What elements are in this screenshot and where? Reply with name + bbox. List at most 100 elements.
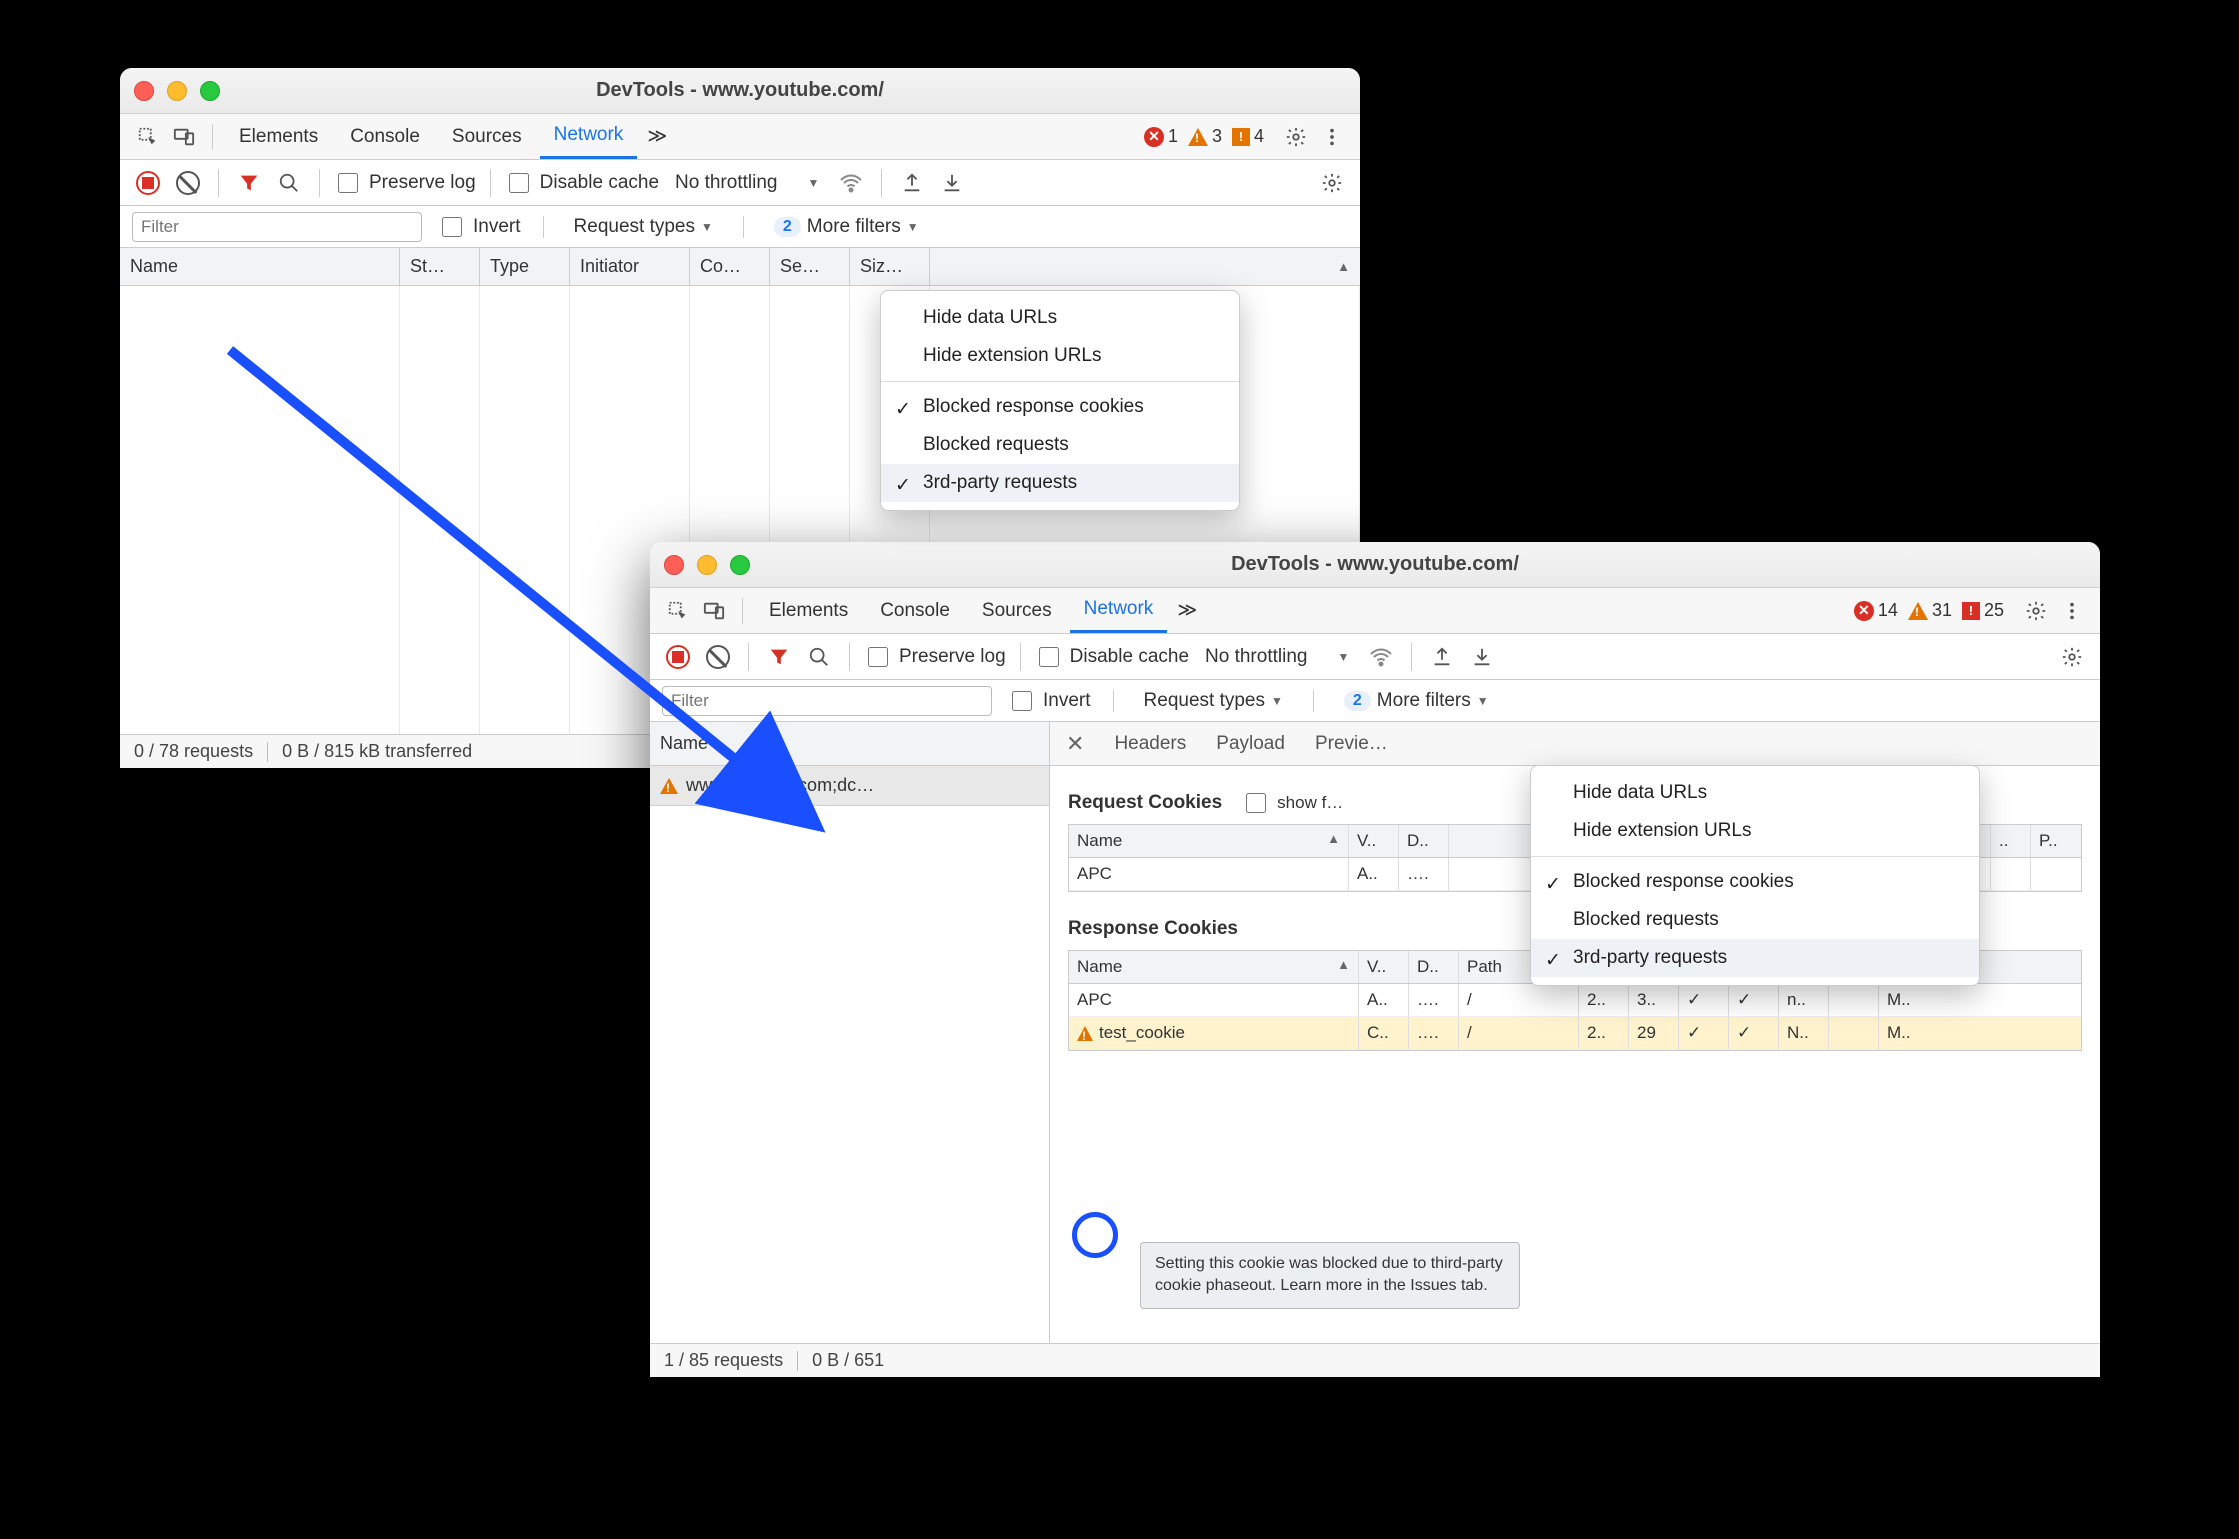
cookie-row-blocked[interactable]: test_cookie C.. …. / 2.. 29 ✓ ✓ N.. M.. [1069, 1017, 2081, 1050]
tab-console[interactable]: Console [336, 114, 434, 159]
menu-blocked-requests[interactable]: Blocked requests [1531, 901, 1979, 939]
tabs-overflow-icon[interactable]: ≫ [1171, 588, 1203, 633]
col-se[interactable]: Se… [770, 248, 850, 285]
clear-button[interactable] [702, 641, 734, 673]
tab-preview[interactable]: Previe… [1315, 733, 1388, 755]
network-settings-icon[interactable] [1316, 167, 1348, 199]
col-status[interactable]: St… [400, 248, 480, 285]
col-name[interactable]: Name [650, 722, 1049, 765]
preserve-log-checkbox[interactable]: Preserve log [864, 644, 1006, 670]
request-types-dropdown[interactable]: Request types ▼ [1136, 690, 1291, 712]
col-co[interactable]: Co… [690, 248, 770, 285]
issue-counts[interactable]: ✕1 3 !4 [1144, 126, 1264, 147]
menu-label: Blocked response cookies [923, 396, 1144, 417]
menu-blocked-response-cookies[interactable]: ✓Blocked response cookies [881, 388, 1239, 426]
inspect-icon[interactable] [132, 121, 164, 153]
settings-icon[interactable] [2020, 595, 2052, 627]
throttling-select[interactable]: No throttling▼ [667, 172, 827, 194]
clear-button[interactable] [172, 167, 204, 199]
upload-icon[interactable] [896, 167, 928, 199]
show-filtered-label: show f… [1277, 793, 1343, 813]
col-name[interactable]: Name▲ [1069, 825, 1349, 857]
search-icon[interactable] [273, 167, 305, 199]
disable-cache-checkbox[interactable]: Disable cache [1035, 644, 1189, 670]
col-tail2[interactable]: P.. [2031, 825, 2081, 857]
request-row[interactable]: www.youtube.com;dc… [650, 766, 1049, 806]
menu-hide-extension-urls[interactable]: Hide extension URLs [1531, 812, 1979, 850]
invert-checkbox[interactable]: Invert [1008, 688, 1091, 714]
col-type[interactable]: Type [480, 248, 570, 285]
menu-3rd-party-requests[interactable]: ✓3rd-party requests [1531, 939, 1979, 977]
network-conditions-icon[interactable] [835, 167, 867, 199]
chevron-down-icon: ▼ [807, 176, 819, 190]
col-d[interactable]: D.. [1409, 951, 1459, 983]
col-size[interactable]: Siz… [850, 248, 930, 285]
separator [212, 124, 213, 150]
tab-sources[interactable]: Sources [968, 588, 1066, 633]
col-name[interactable]: Name▲ [1069, 951, 1359, 983]
close-icon[interactable] [664, 555, 684, 575]
download-icon[interactable] [1466, 641, 1498, 673]
col-tail[interactable]: .. [1991, 825, 2031, 857]
separator [849, 643, 850, 671]
col-v[interactable]: V.. [1349, 825, 1399, 857]
filter-icon[interactable] [233, 167, 265, 199]
minimize-icon[interactable] [167, 81, 187, 101]
col-initiator[interactable]: Initiator [570, 248, 690, 285]
check-icon: ✓ [1545, 949, 1561, 972]
record-button[interactable] [132, 167, 164, 199]
close-icon[interactable] [134, 81, 154, 101]
tab-network[interactable]: Network [540, 114, 638, 159]
disable-cache-checkbox[interactable]: Disable cache [505, 170, 659, 196]
col-v[interactable]: V.. [1359, 951, 1409, 983]
menu-label: 3rd-party requests [923, 472, 1077, 493]
tab-network[interactable]: Network [1070, 588, 1168, 633]
zoom-icon[interactable] [730, 555, 750, 575]
cookie-row[interactable]: APC A.. …. / 2.. 3.. ✓ ✓ n.. M.. [1069, 984, 2081, 1017]
tab-sources[interactable]: Sources [438, 114, 536, 159]
upload-icon[interactable] [1426, 641, 1458, 673]
filter-input[interactable] [132, 212, 422, 242]
col-name[interactable]: Name [120, 248, 400, 285]
tab-elements[interactable]: Elements [755, 588, 862, 633]
preserve-log-checkbox[interactable]: Preserve log [334, 170, 476, 196]
menu-blocked-response-cookies[interactable]: ✓Blocked response cookies [1531, 863, 1979, 901]
panel-tabs: Elements Console Sources Network ≫ ✕1 3 … [120, 114, 1360, 160]
more-filters-dropdown[interactable]: 2 More filters ▼ [1336, 690, 1497, 712]
filter-icon[interactable] [763, 641, 795, 673]
menu-hide-extension-urls[interactable]: Hide extension URLs [881, 337, 1239, 375]
tab-payload[interactable]: Payload [1216, 733, 1285, 755]
network-settings-icon[interactable] [2056, 641, 2088, 673]
tab-headers[interactable]: Headers [1114, 733, 1186, 755]
device-icon[interactable] [168, 121, 200, 153]
more-filters-dropdown[interactable]: 2 More filters ▼ [766, 216, 927, 238]
zoom-icon[interactable] [200, 81, 220, 101]
menu-hide-data-urls[interactable]: Hide data URLs [881, 299, 1239, 337]
download-icon[interactable] [936, 167, 968, 199]
cookie-v: A.. [1349, 858, 1399, 890]
inspect-icon[interactable] [662, 595, 694, 627]
device-icon[interactable] [698, 595, 730, 627]
issue-counts[interactable]: ✕14 31 !25 [1854, 600, 2004, 621]
menu-blocked-requests[interactable]: Blocked requests [881, 426, 1239, 464]
request-types-dropdown[interactable]: Request types ▼ [566, 216, 721, 238]
col-d[interactable]: D.. [1399, 825, 1449, 857]
filter-input[interactable] [662, 686, 992, 716]
search-icon[interactable] [803, 641, 835, 673]
network-conditions-icon[interactable] [1365, 641, 1397, 673]
more-icon[interactable] [1316, 121, 1348, 153]
minimize-icon[interactable] [697, 555, 717, 575]
tab-elements[interactable]: Elements [225, 114, 332, 159]
tabs-overflow-icon[interactable]: ≫ [641, 114, 673, 159]
col-waterfall[interactable]: ▲ [930, 248, 1360, 285]
more-icon[interactable] [2056, 595, 2088, 627]
close-detail-icon[interactable]: ✕ [1066, 731, 1084, 757]
record-button[interactable] [662, 641, 694, 673]
menu-3rd-party-requests[interactable]: ✓3rd-party requests [881, 464, 1239, 502]
tab-console[interactable]: Console [866, 588, 964, 633]
menu-hide-data-urls[interactable]: Hide data URLs [1531, 774, 1979, 812]
invert-checkbox[interactable]: Invert [438, 214, 521, 240]
settings-icon[interactable] [1280, 121, 1312, 153]
throttling-select[interactable]: No throttling▼ [1197, 646, 1357, 668]
show-filtered-checkbox[interactable]: show f… [1242, 790, 1343, 816]
